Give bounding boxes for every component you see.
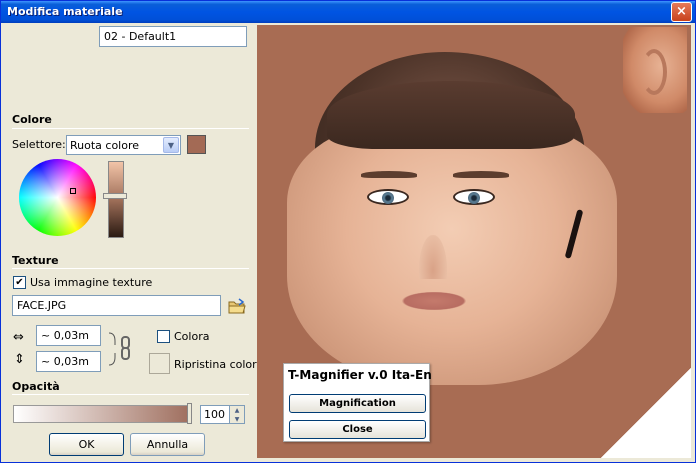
- spinner-down-icon[interactable]: ▼: [230, 415, 244, 424]
- color-wheel[interactable]: [19, 159, 96, 236]
- lock-aspect-chain-icon[interactable]: [107, 331, 133, 367]
- material-name-input[interactable]: 02 - Default1: [99, 26, 247, 47]
- use-texture-checkbox[interactable]: ✔: [13, 276, 26, 289]
- texture-height-input[interactable]: ~ 0,03m: [36, 351, 101, 372]
- magnifier-popup: T-Magnifier v.0 Ita-En Magnification Clo…: [283, 363, 432, 442]
- material-editor-window: Modifica materiale × 02 - Default1 Color…: [0, 0, 696, 463]
- texture-filename-input[interactable]: FACE.JPG: [12, 295, 221, 316]
- preview-mouth: [399, 291, 469, 311]
- title-bar[interactable]: Modifica materiale ×: [1, 1, 695, 23]
- preview-right-brow: [453, 171, 509, 178]
- texture-section-header: Texture: [12, 254, 59, 267]
- width-arrows-icon: ⇔: [13, 330, 24, 345]
- opacity-value-input[interactable]: 100: [200, 405, 230, 424]
- color-selector-dropdown[interactable]: Ruota colore ▼: [66, 135, 181, 155]
- chevron-down-icon[interactable]: ▼: [163, 137, 179, 153]
- opacity-slider-track[interactable]: [13, 405, 189, 423]
- opacity-slider-thumb[interactable]: [187, 403, 192, 424]
- cancel-button[interactable]: Annulla: [130, 433, 205, 456]
- close-window-button[interactable]: ×: [671, 2, 692, 22]
- magnification-button[interactable]: Magnification: [289, 394, 426, 413]
- brightness-slider-thumb[interactable]: [103, 193, 127, 199]
- height-arrows-icon: ⇕: [14, 352, 25, 367]
- preview-hair-fringe: [327, 81, 575, 149]
- current-color-swatch[interactable]: [187, 135, 206, 154]
- opacity-section-divider: [12, 394, 249, 395]
- texture-section-divider: [12, 268, 249, 269]
- opacity-section-header: Opacità: [12, 380, 60, 393]
- use-texture-label: Usa immagine texture: [30, 276, 153, 289]
- folder-open-icon[interactable]: [227, 297, 247, 315]
- selector-label: Selettore:: [12, 138, 66, 151]
- color-section-divider: [12, 128, 249, 129]
- window-title: Modifica materiale: [7, 5, 123, 18]
- opacity-spinner[interactable]: ▲ ▼: [229, 405, 245, 424]
- magnifier-title: T-Magnifier v.0 Ita-En: [288, 368, 432, 382]
- reset-color-swatch[interactable]: [149, 353, 170, 374]
- preview-left-brow: [361, 171, 417, 178]
- magnifier-close-button[interactable]: Close: [289, 420, 426, 439]
- brightness-slider-track[interactable]: [108, 161, 124, 238]
- preview-ear-inner: [641, 49, 667, 95]
- color-selector-value: Ruota colore: [70, 139, 140, 152]
- preview-right-eye: [453, 189, 495, 205]
- texture-width-input[interactable]: ~ 0,03m: [36, 325, 101, 346]
- reset-color-label[interactable]: Ripristina colore: [174, 358, 263, 371]
- preview-left-eye: [367, 189, 409, 205]
- spinner-up-icon[interactable]: ▲: [230, 406, 244, 415]
- colorize-label: Colora: [174, 330, 210, 343]
- preview-nose: [419, 235, 447, 279]
- ok-button[interactable]: OK: [49, 433, 124, 456]
- color-wheel-marker[interactable]: [70, 188, 76, 194]
- page-curl-corner[interactable]: [601, 368, 691, 458]
- colorize-checkbox[interactable]: [157, 330, 170, 343]
- color-section-header: Colore: [12, 113, 52, 126]
